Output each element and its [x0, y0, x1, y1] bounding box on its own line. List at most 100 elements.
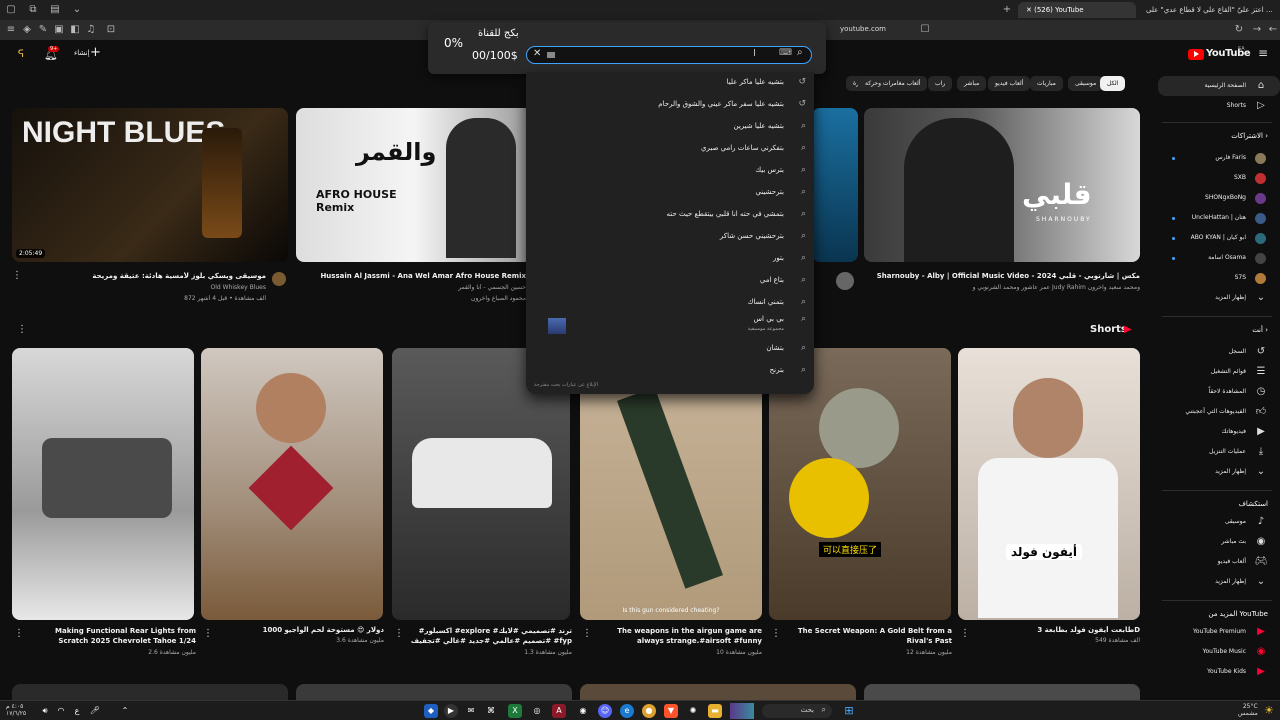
video-thumbnail-partial[interactable] — [812, 108, 858, 262]
suggestion-item[interactable]: ⌕بترنح — [770, 360, 806, 380]
chip-video-games[interactable]: ألعاب فيديو — [988, 76, 1031, 91]
sidebar-you-show-more[interactable]: إظهار المزيد ⌄ — [1158, 462, 1280, 482]
sidebar-item-music-app[interactable]: YouTube Music ◉ — [1158, 642, 1280, 662]
video-thumbnail-peek[interactable] — [296, 684, 572, 700]
sidebar-item-music[interactable]: موسيقى ♪ — [1158, 512, 1280, 532]
bookmark-icon[interactable]: ☐ — [918, 23, 932, 37]
search-icon[interactable]: ⌕ — [797, 47, 803, 58]
subscriptions-title[interactable]: الاشتراكات › — [1158, 132, 1280, 140]
more-options-icon[interactable]: ⋮ — [394, 628, 404, 639]
app-icon-excel[interactable]: X — [508, 704, 522, 718]
short-title[interactable]: 1000 دولار 😍 مستوحة لحم الواجيو — [216, 626, 384, 634]
channel-name[interactable]: عمر عاشور ومحمد الشرنوبي و Judy Rahim وم… — [864, 284, 1140, 291]
short-title[interactable]: The Secret Weapon: A Gold Belt from a Ri… — [784, 626, 952, 646]
suggestion-item[interactable]: ⌕بترحشيني حسن شاكر — [720, 226, 806, 246]
video-title[interactable]: موسيقى ويسكي بلوز لأمسية هادئة: عتيقة وم… — [36, 272, 266, 280]
extensions-icon[interactable]: ✎ — [36, 23, 50, 37]
short-title[interactable]: Making Functional Rear Lights from Scrat… — [26, 626, 196, 646]
suggestion-item[interactable]: ⌕بتمني انساك — [748, 292, 806, 312]
suggestion-item[interactable]: ⌕ بي بي اس مجموعة موسيقية — [748, 314, 806, 334]
youtube-logo-icon[interactable] — [1188, 49, 1204, 60]
taskbar-clock[interactable]: ٤:٠٥ م ١٧/٦/٢٥ — [6, 703, 26, 717]
suggestion-item[interactable]: ⌕بتور — [773, 248, 806, 268]
suggestion-item[interactable]: ⌕بتمشي في حته انا قلبي بيتقطع حيث حته — [667, 204, 806, 224]
sidebar-sub-6[interactable]: اسامة Osama — [1158, 248, 1280, 268]
tab-close-icon[interactable]: ✕ — [1026, 6, 1034, 14]
channel-avatar[interactable] — [836, 272, 854, 290]
video-title[interactable]: Hussain Al Jassmi - Ana Wel Amar Afro Ho… — [296, 272, 526, 280]
sidebar-item-premium[interactable]: YouTube Premium ▶ — [1158, 622, 1280, 642]
suggestion-item[interactable]: ⌕بتفكرني ساعات رامي صبري — [701, 138, 806, 158]
suggestion-item[interactable]: ⌕بتشيه عليا شيرين — [734, 116, 806, 136]
create-plus-icon[interactable]: + — [90, 45, 101, 60]
chevron-down-icon[interactable]: ⌄ — [70, 3, 84, 17]
app-icon-store[interactable]: ◆ — [424, 704, 438, 718]
sidebar-item-liked[interactable]: الفيديوهات التي أعجبتني 👍︎ — [1158, 402, 1280, 422]
app-icon-steam[interactable]: ◎ — [530, 704, 544, 718]
sidebar-item-shorts[interactable]: Shorts ▷ — [1158, 96, 1280, 116]
app-icon-github[interactable]: ◉ — [576, 704, 590, 718]
collections-icon[interactable]: ▤ — [48, 3, 62, 17]
app-icon-adobe[interactable]: A — [552, 704, 566, 718]
sidebar-sub-4[interactable]: UncleHattan | هتان — [1158, 208, 1280, 228]
app-icon-brave[interactable]: ▼ — [664, 704, 678, 718]
create-button-label[interactable]: إنشاء — [74, 49, 90, 57]
app-icon-settings[interactable]: ✺ — [686, 704, 700, 718]
channel-name[interactable]: Old Whiskey Blues — [36, 284, 266, 291]
short-thumbnail-1[interactable] — [12, 348, 194, 620]
short-thumbnail-2[interactable] — [201, 348, 383, 620]
sidebar-item-playlists[interactable]: قوائم التشغيل ☰ — [1158, 362, 1280, 382]
chip-matches[interactable]: مباريات — [1030, 76, 1063, 91]
video-thumbnail-peek[interactable] — [12, 684, 288, 700]
sidebar-item-kids[interactable]: YouTube Kids ▶ — [1158, 662, 1280, 682]
keyboard-icon[interactable]: ⌨ — [779, 48, 792, 58]
window-menu-icon[interactable]: ▢ — [4, 3, 18, 17]
sidebar-icon[interactable]: ◧ — [68, 23, 82, 37]
hamburger-menu-icon[interactable]: ≡ — [1258, 46, 1268, 60]
more-options-icon[interactable]: ⋮ — [960, 628, 970, 639]
chip-live[interactable]: مباشر — [957, 76, 987, 91]
chip-rap[interactable]: راب — [928, 76, 953, 91]
sidebar-sub-1[interactable]: فارس Faris — [1158, 148, 1280, 168]
app-icon-media[interactable]: ▶ — [444, 704, 458, 718]
search-input[interactable] — [551, 49, 751, 61]
short-thumbnail-6[interactable]: أيفون فولد — [958, 348, 1140, 620]
report-suggestions-link[interactable]: الإبلاغ عن عبارات بحث مقترحة — [534, 382, 598, 388]
app-icon-folder[interactable]: ▬ — [708, 704, 722, 718]
account-avatar[interactable]: ᕋ — [18, 49, 24, 60]
sidebar-sub-7[interactable]: S7S — [1158, 268, 1280, 288]
sidebar-item-home[interactable]: الصفحة الرئيسية ⌂ — [1158, 76, 1280, 96]
more-options-icon[interactable]: ⋮ — [14, 628, 24, 639]
app-icon-discord[interactable]: ☺ — [598, 704, 612, 718]
sidebar-item-gaming[interactable]: ألعاب فيديو 🎮︎ — [1158, 552, 1280, 572]
chip-action-adventure[interactable]: ألعاب مغامرات وحركة — [858, 76, 928, 91]
short-title[interactable]: #اكسبلور #explore #ترند #تصميمي #لايك #ت… — [406, 626, 572, 646]
sidebar-show-more[interactable]: إظهار المزيد ⌄ — [1158, 288, 1280, 308]
suggestion-item[interactable]: ⌕بتشان — [766, 338, 806, 358]
suggestion-item[interactable]: ⌕بترس بيك — [755, 160, 806, 180]
sidebar-item-history[interactable]: السجل ↺ — [1158, 342, 1280, 362]
mic-icon[interactable]: 🎤︎ — [88, 704, 102, 718]
tab-actions-icon[interactable]: ⧉ — [26, 3, 40, 17]
volume-icon[interactable]: 🔊︎ — [38, 704, 52, 718]
video-thumbnail-peek[interactable] — [580, 684, 856, 700]
short-title[interactable]: طابعت أيفون فولد بطابعة 3D — [972, 626, 1140, 634]
app-icon-terminal[interactable]: ⌘ — [484, 704, 498, 718]
back-icon[interactable]: ← — [1266, 23, 1280, 37]
app-icon-mail[interactable]: ✉ — [464, 704, 478, 718]
forward-icon[interactable]: → — [1250, 23, 1264, 37]
video-thumbnail-afro-house[interactable]: أنا والقمر AFRO HOUSE Remix — [296, 108, 532, 262]
address-bar[interactable]: youtube.com — [840, 25, 886, 33]
suggestion-item[interactable]: ↺بتشيه عليا ماكر عليا — [727, 72, 806, 92]
more-options-icon[interactable]: ⋮ — [582, 628, 592, 639]
app-icon-preview[interactable] — [730, 703, 754, 719]
wifi-icon[interactable]: ◠ — [54, 704, 68, 718]
video-thumbnail-peek[interactable] — [864, 684, 1140, 700]
reload-icon[interactable]: ↻ — [1232, 23, 1246, 37]
search-box[interactable]: ✕ I ⌨ ⌕ — [526, 46, 812, 64]
menu-icon[interactable]: ≡ — [4, 23, 18, 37]
sidebar-item-live[interactable]: بث مباشر ◉ — [1158, 532, 1280, 552]
suggestion-item[interactable]: ⌕بترحشيني — [755, 182, 806, 202]
you-title[interactable]: أنت › — [1158, 326, 1280, 334]
video-thumbnail-night-blues[interactable]: NIGHT BLUES 2:05:49 — [12, 108, 288, 262]
